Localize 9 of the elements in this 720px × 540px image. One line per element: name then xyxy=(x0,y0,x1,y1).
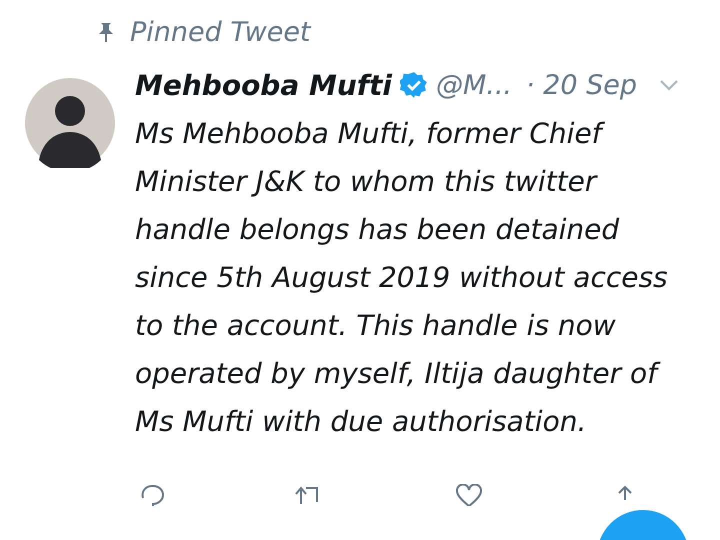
pin-icon xyxy=(98,22,114,42)
heart-icon[interactable] xyxy=(455,484,483,506)
tweet-text: Ms Mehbooba Mufti, former Chief Minister J&K to whom this twitter handle belongs has been detained since 5th August 2019 without access to the account. This handle is now operated by myself, Iltija daughter of Ms Mufti with due authorisation. xyxy=(135,116,669,440)
author-handle: @M... xyxy=(436,70,512,100)
avatar[interactable] xyxy=(25,78,115,168)
reply-icon[interactable] xyxy=(139,484,165,506)
tweet-time: · 20 Sep xyxy=(526,70,637,100)
pinned-label: Pinned Tweet xyxy=(130,16,311,48)
author-name[interactable]: Mehbooba Mufti xyxy=(135,68,392,102)
